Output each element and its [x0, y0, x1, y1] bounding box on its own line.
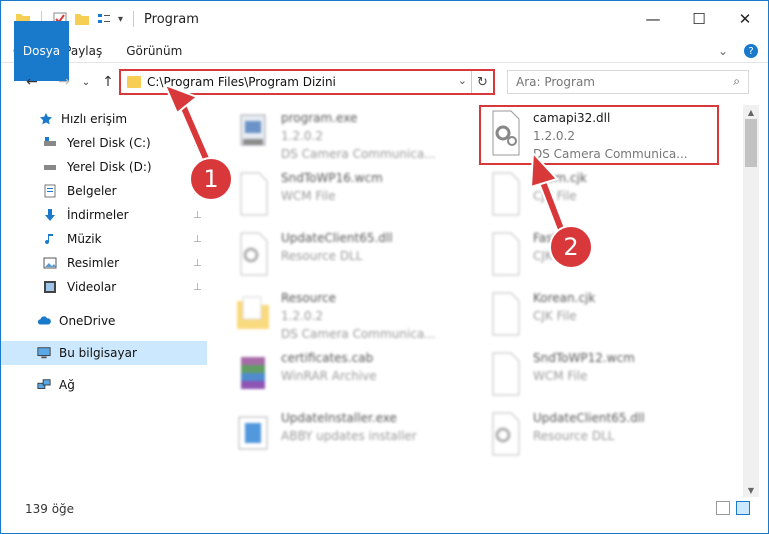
arrow-2 — [529, 150, 566, 231]
explorer-window: ▾ Program — ☐ ✕ Dosya Giriş Paylaş Görün… — [0, 0, 769, 534]
step-badge-2: 2 — [549, 225, 593, 269]
step-badge-1: 1 — [189, 157, 233, 201]
arrow-1 — [163, 83, 212, 163]
annotation-arrows — [163, 83, 566, 231]
